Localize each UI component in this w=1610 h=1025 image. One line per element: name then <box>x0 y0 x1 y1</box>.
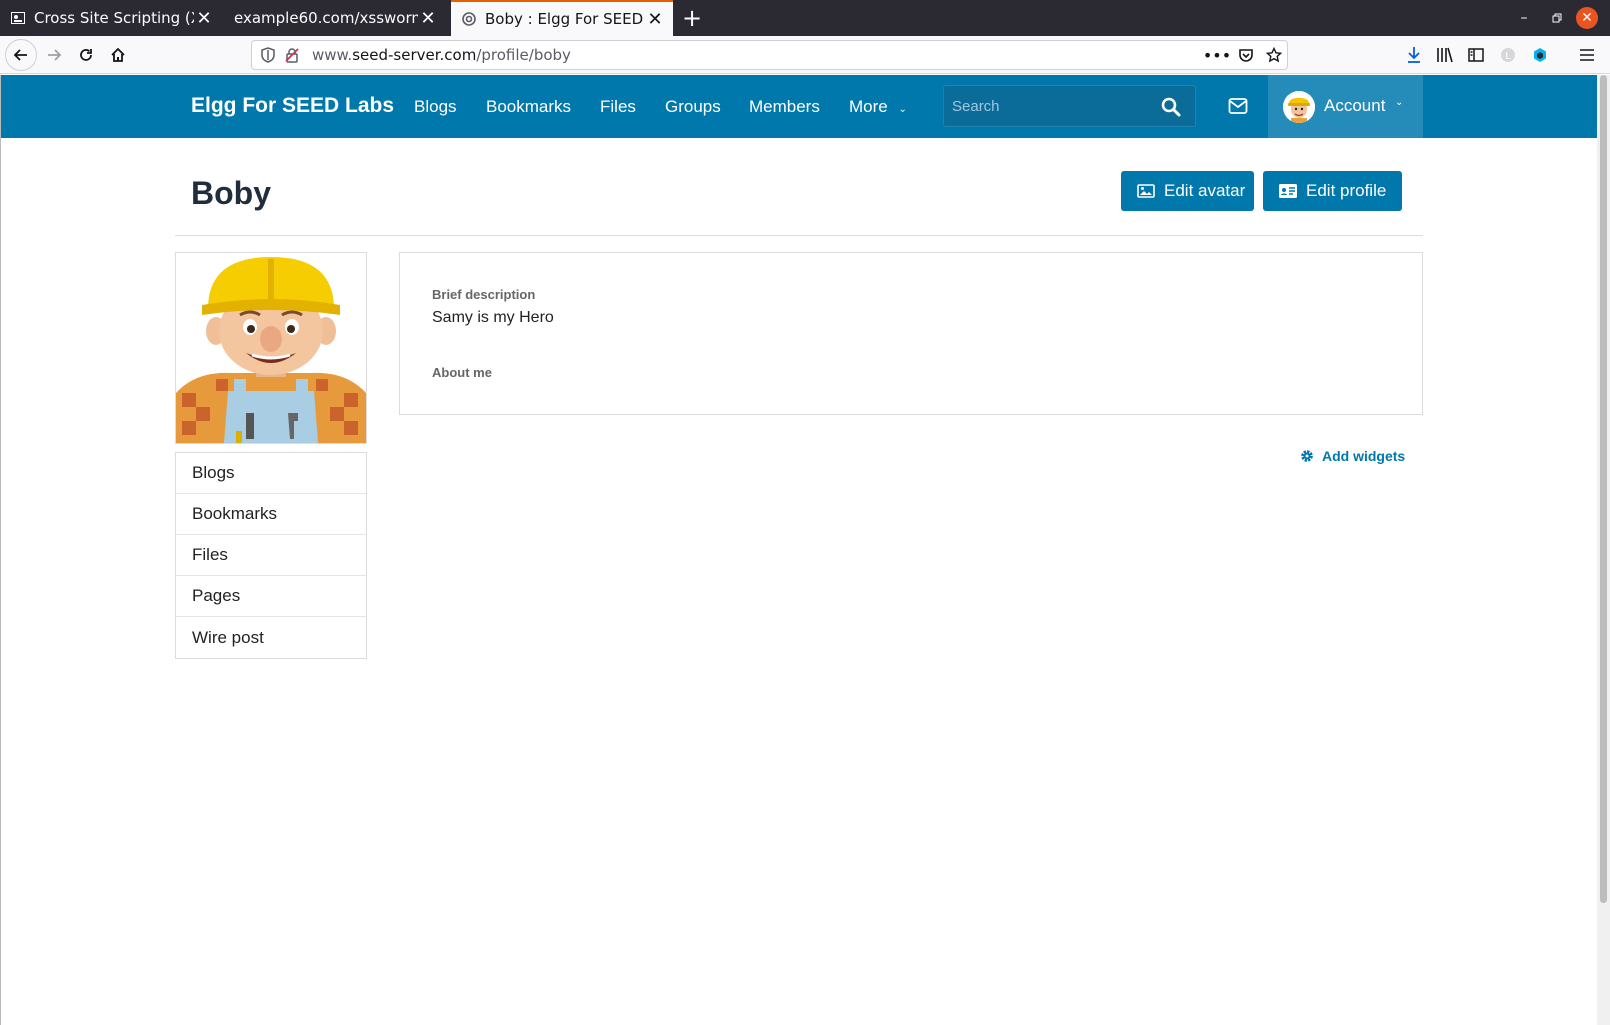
account-label: Account <box>1324 96 1386 115</box>
add-widgets-link[interactable]: Add widgets <box>1300 448 1405 464</box>
tab-title: Boby : Elgg For SEED Lab <box>485 10 645 28</box>
add-widgets-label: Add widgets <box>1322 448 1406 464</box>
edit-profile-label: Edit profile <box>1306 181 1387 200</box>
url-prefix: www. <box>312 46 353 64</box>
elgg-topbar: Elgg For SEED Labs Blogs Bookmarks Files… <box>0 75 1597 138</box>
nav-members[interactable]: Members <box>749 97 820 117</box>
owner-menu-wire-post[interactable]: Wire post <box>176 617 366 658</box>
url-bar[interactable]: www.seed-server.com/profile/boby ••• <box>251 40 1288 70</box>
account-circle-icon[interactable]: L <box>1497 44 1519 66</box>
sidebar-icon[interactable] <box>1465 44 1487 66</box>
owner-block-menu: Blogs Bookmarks Files Pages Wire post <box>175 452 367 659</box>
tab-title: example60.com/xssworm.js <box>234 9 418 27</box>
chevron-down-icon: ⌄ <box>1395 97 1404 108</box>
back-arrow-icon[interactable] <box>5 39 37 71</box>
shield-icon[interactable] <box>258 45 278 65</box>
svg-text:L: L <box>1505 51 1511 62</box>
reload-icon[interactable] <box>70 39 102 71</box>
scrollbar-thumb[interactable] <box>1600 75 1607 903</box>
forward-arrow-icon[interactable] <box>38 39 70 71</box>
edit-avatar-button[interactable]: Edit avatar <box>1121 171 1254 211</box>
page-favicon-icon <box>10 10 26 26</box>
new-tab-icon[interactable]: + <box>680 0 704 36</box>
pocket-icon[interactable] <box>1236 45 1256 65</box>
account-menu[interactable]: Account ⌄ <box>1268 75 1423 138</box>
close-window-icon[interactable]: ✕ <box>1576 7 1598 29</box>
profile-details: Brief description Samy is my Hero About … <box>399 252 1423 415</box>
owner-menu-files[interactable]: Files <box>176 535 366 576</box>
extension-icon[interactable] <box>1529 44 1551 66</box>
edit-profile-button[interactable]: Edit profile <box>1263 171 1402 211</box>
avatar <box>1283 91 1315 123</box>
tab-close-icon[interactable]: ✕ <box>645 9 665 30</box>
profile-avatar <box>175 252 367 444</box>
tab-title: Cross Site Scripting (XSS <box>34 9 194 27</box>
star-icon[interactable] <box>1264 45 1284 65</box>
id-card-icon <box>1279 184 1297 198</box>
insecure-lock-icon[interactable] <box>282 45 302 65</box>
owner-menu-blogs[interactable]: Blogs <box>176 453 366 494</box>
gear-icon <box>1301 450 1313 462</box>
elgg-favicon-icon <box>461 11 477 27</box>
search-box <box>943 85 1196 127</box>
edit-avatar-label: Edit avatar <box>1164 181 1246 200</box>
url-host: seed-server.com <box>352 46 477 64</box>
minimize-window-icon[interactable]: – <box>1512 0 1536 36</box>
tab-close-icon[interactable]: ✕ <box>194 8 214 29</box>
owner-menu-bookmarks[interactable]: Bookmarks <box>176 494 366 535</box>
hamburger-menu-icon[interactable] <box>1576 44 1598 66</box>
site-brand-link[interactable]: Elgg For SEED Labs <box>191 94 394 118</box>
about-me-label: About me <box>432 365 492 380</box>
divider <box>175 235 1423 236</box>
tab-close-icon[interactable]: ✕ <box>418 8 438 29</box>
nav-bookmarks[interactable]: Bookmarks <box>486 97 571 117</box>
nav-more[interactable]: More ⌄ <box>849 97 907 117</box>
tab-xssworm[interactable]: example60.com/xssworm.js ✕ <box>224 0 446 36</box>
owner-menu-pages[interactable]: Pages <box>176 576 366 617</box>
browser-nav-bar: www.seed-server.com/profile/boby ••• L <box>0 36 1610 74</box>
brief-description-label: Brief description <box>432 287 536 302</box>
search-input[interactable] <box>952 95 1152 117</box>
more-dots-icon[interactable]: ••• <box>1203 45 1231 65</box>
url-path: /profile/boby <box>476 46 571 64</box>
home-icon[interactable] <box>102 39 134 71</box>
tab-boby-profile[interactable]: Boby : Elgg For SEED Lab ✕ <box>451 0 673 36</box>
chevron-down-icon: ⌄ <box>898 104 907 115</box>
envelope-icon[interactable] <box>1228 97 1248 115</box>
page-border <box>0 75 1 1025</box>
brief-description-value: Samy is my Hero <box>432 309 554 326</box>
nav-more-label: More <box>849 97 888 116</box>
nav-groups[interactable]: Groups <box>665 97 721 117</box>
nav-files[interactable]: Files <box>600 97 636 117</box>
image-icon <box>1137 184 1155 198</box>
url-text: www.seed-server.com/profile/boby <box>312 46 571 64</box>
page-scrollbar[interactable] <box>1597 75 1610 1025</box>
page-title: Boby <box>191 175 271 211</box>
nav-blogs[interactable]: Blogs <box>414 97 457 117</box>
search-icon[interactable] <box>1161 97 1181 117</box>
library-icon[interactable] <box>1434 44 1456 66</box>
tab-xss-lab[interactable]: Cross Site Scripting (XSS ✕ <box>0 0 222 36</box>
browser-tab-strip: Cross Site Scripting (XSS ✕ example60.co… <box>0 0 1610 36</box>
restore-window-icon[interactable] <box>1545 0 1569 36</box>
download-icon[interactable] <box>1403 44 1425 66</box>
